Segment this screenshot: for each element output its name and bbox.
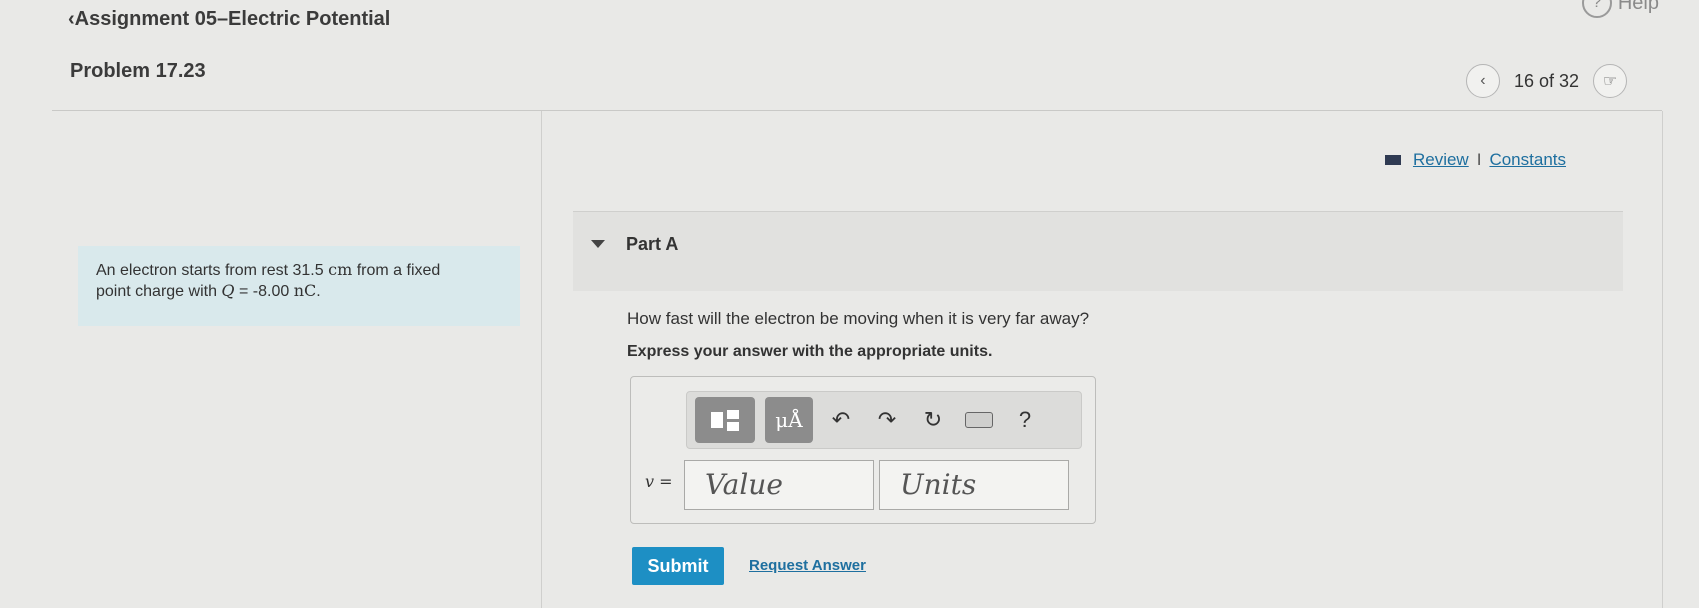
chevron-left-icon: ‹ [68, 8, 75, 30]
unit-nc: nC [293, 281, 317, 300]
math-toolbar: μÅ ↶ ↷ ↻ ? [686, 391, 1082, 449]
problem-text-3: point charge with [96, 283, 217, 300]
reset-icon: ↻ [923, 407, 943, 432]
redo-button[interactable]: ↷ [869, 397, 905, 443]
constants-link[interactable]: Constants [1489, 150, 1566, 170]
unit-cm: cm [328, 260, 353, 279]
problem-statement: An electron starts from rest 31.5 cm fro… [78, 246, 520, 326]
templates-button[interactable] [695, 397, 755, 443]
answer-panel: Review I Constants Part A How fast will … [543, 111, 1663, 608]
variable-label: v = [645, 472, 673, 491]
redo-icon: ↷ [877, 407, 897, 432]
help-label: Help [1617, 0, 1659, 14]
undo-button[interactable]: ↶ [823, 397, 859, 443]
back-to-assignment-link[interactable]: ‹Assignment 05–Electric Potential [68, 8, 390, 31]
question-text: How fast will the electron be moving whe… [627, 309, 1090, 328]
pager-count: 16 of 32 [1513, 70, 1579, 91]
problem-text-1: An electron starts from rest 31.5 [96, 262, 324, 279]
book-icon [1384, 155, 1401, 165]
problem-title: Problem 17.23 [70, 60, 206, 82]
undo-icon: ↶ [831, 407, 851, 432]
keyboard-icon [965, 412, 993, 428]
help-button[interactable]: ? Help [1581, 0, 1659, 18]
review-link[interactable]: Review [1413, 150, 1469, 170]
link-separator: I [1476, 150, 1482, 169]
chevron-left-icon: ‹ [1480, 72, 1486, 89]
units-button[interactable]: μÅ [765, 397, 813, 443]
value-input[interactable]: Value [684, 460, 874, 510]
fraction-template-icon [711, 409, 739, 431]
units-input[interactable]: Units [879, 460, 1069, 510]
pointer-hand-icon: ☞ [1602, 73, 1618, 90]
charge-value: = -8.00 [234, 283, 294, 300]
charge-variable: Q [221, 281, 235, 300]
next-problem-button[interactable]: ☞ [1593, 64, 1627, 98]
help-icon: ? [1581, 0, 1612, 18]
part-a-header[interactable]: Part A [573, 211, 1623, 291]
reset-button[interactable]: ↻ [915, 397, 951, 443]
resource-links: Review I Constants [1384, 150, 1566, 170]
answer-box: μÅ ↶ ↷ ↻ ? v = Value Units [630, 376, 1096, 524]
collapse-triangle-icon[interactable] [591, 240, 605, 248]
pager: ‹ 16 of 32 ☞ [1465, 64, 1627, 98]
problem-text-2: from a fixed [356, 262, 441, 279]
part-label: Part A [626, 234, 679, 254]
problem-text-4: . [316, 283, 321, 300]
problem-panel: An electron starts from rest 31.5 cm fro… [52, 111, 542, 608]
instruction-text: Express your answer with the appropriate… [627, 343, 993, 360]
back-link-label: Assignment 05–Electric Potential [74, 8, 391, 30]
toolbar-help-button[interactable]: ? [1007, 397, 1043, 443]
keyboard-button[interactable] [961, 397, 997, 443]
previous-problem-button[interactable]: ‹ [1465, 64, 1500, 98]
page: ‹Assignment 05–Electric Potential ? Help… [0, 0, 1699, 608]
request-answer-link[interactable]: Request Answer [749, 557, 866, 574]
submit-button[interactable]: Submit [632, 547, 724, 585]
